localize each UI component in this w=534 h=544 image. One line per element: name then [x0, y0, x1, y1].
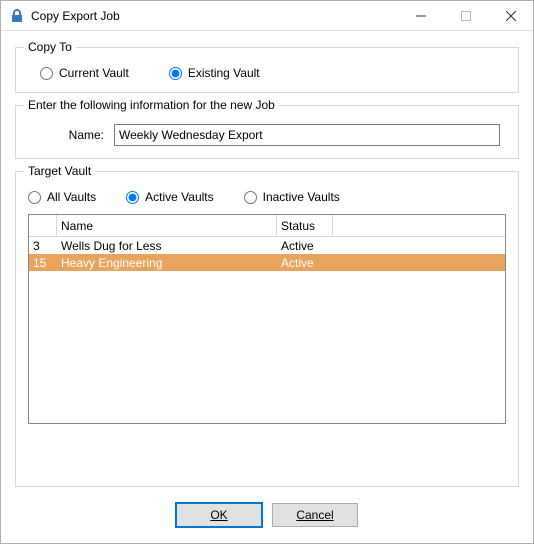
title-bar: Copy Export Job: [1, 1, 533, 31]
radio-inactive-vaults-input[interactable]: [244, 191, 257, 204]
radio-active-vaults[interactable]: Active Vaults: [126, 190, 213, 204]
cancel-button-label: Cancel: [296, 508, 333, 522]
radio-inactive-vaults[interactable]: Inactive Vaults: [244, 190, 340, 204]
window-title: Copy Export Job: [31, 9, 120, 23]
cell-name: Heavy Engineering: [57, 256, 277, 270]
col-header-id[interactable]: [29, 215, 57, 236]
grid-header: Name Status: [29, 215, 505, 237]
radio-all-vaults-input[interactable]: [28, 191, 41, 204]
grid-body: 3Wells Dug for LessActive15Heavy Enginee…: [29, 237, 505, 423]
radio-current-vault-input[interactable]: [40, 67, 53, 80]
cell-name: Wells Dug for Less: [57, 239, 277, 253]
table-row[interactable]: 15Heavy EngineeringActive: [29, 254, 505, 271]
ok-button-label: OK: [210, 508, 227, 522]
target-vault-group: Target Vault All Vaults Active Vaults In…: [15, 171, 519, 487]
radio-inactive-vaults-label: Inactive Vaults: [263, 190, 340, 204]
radio-active-vaults-label: Active Vaults: [145, 190, 213, 204]
col-header-name[interactable]: Name: [57, 215, 277, 236]
ok-button[interactable]: OK: [176, 503, 262, 527]
radio-current-vault-label: Current Vault: [59, 66, 129, 80]
cancel-button[interactable]: Cancel: [272, 503, 358, 527]
radio-all-vaults-label: All Vaults: [47, 190, 96, 204]
table-row[interactable]: 3Wells Dug for LessActive: [29, 237, 505, 254]
name-input[interactable]: [114, 124, 500, 146]
copy-to-legend: Copy To: [24, 40, 76, 54]
radio-all-vaults[interactable]: All Vaults: [28, 190, 96, 204]
radio-current-vault[interactable]: Current Vault: [40, 66, 129, 80]
minimize-button[interactable]: [398, 1, 443, 31]
name-label: Name:: [34, 128, 104, 142]
lock-icon: [9, 8, 25, 24]
col-header-status[interactable]: Status: [277, 215, 333, 236]
target-vault-legend: Target Vault: [24, 164, 95, 178]
radio-existing-vault[interactable]: Existing Vault: [169, 66, 260, 80]
maximize-button: [443, 1, 488, 31]
job-info-legend: Enter the following information for the …: [24, 98, 279, 112]
cell-id: 15: [29, 256, 57, 270]
vault-grid[interactable]: Name Status 3Wells Dug for LessActive15H…: [28, 214, 506, 424]
cell-id: 3: [29, 239, 57, 253]
cell-status: Active: [277, 239, 333, 253]
radio-active-vaults-input[interactable]: [126, 191, 139, 204]
cell-status: Active: [277, 256, 333, 270]
job-info-group: Enter the following information for the …: [15, 105, 519, 159]
copy-to-group: Copy To Current Vault Existing Vault: [15, 47, 519, 93]
radio-existing-vault-input[interactable]: [169, 67, 182, 80]
radio-existing-vault-label: Existing Vault: [188, 66, 260, 80]
close-button[interactable]: [488, 1, 533, 31]
